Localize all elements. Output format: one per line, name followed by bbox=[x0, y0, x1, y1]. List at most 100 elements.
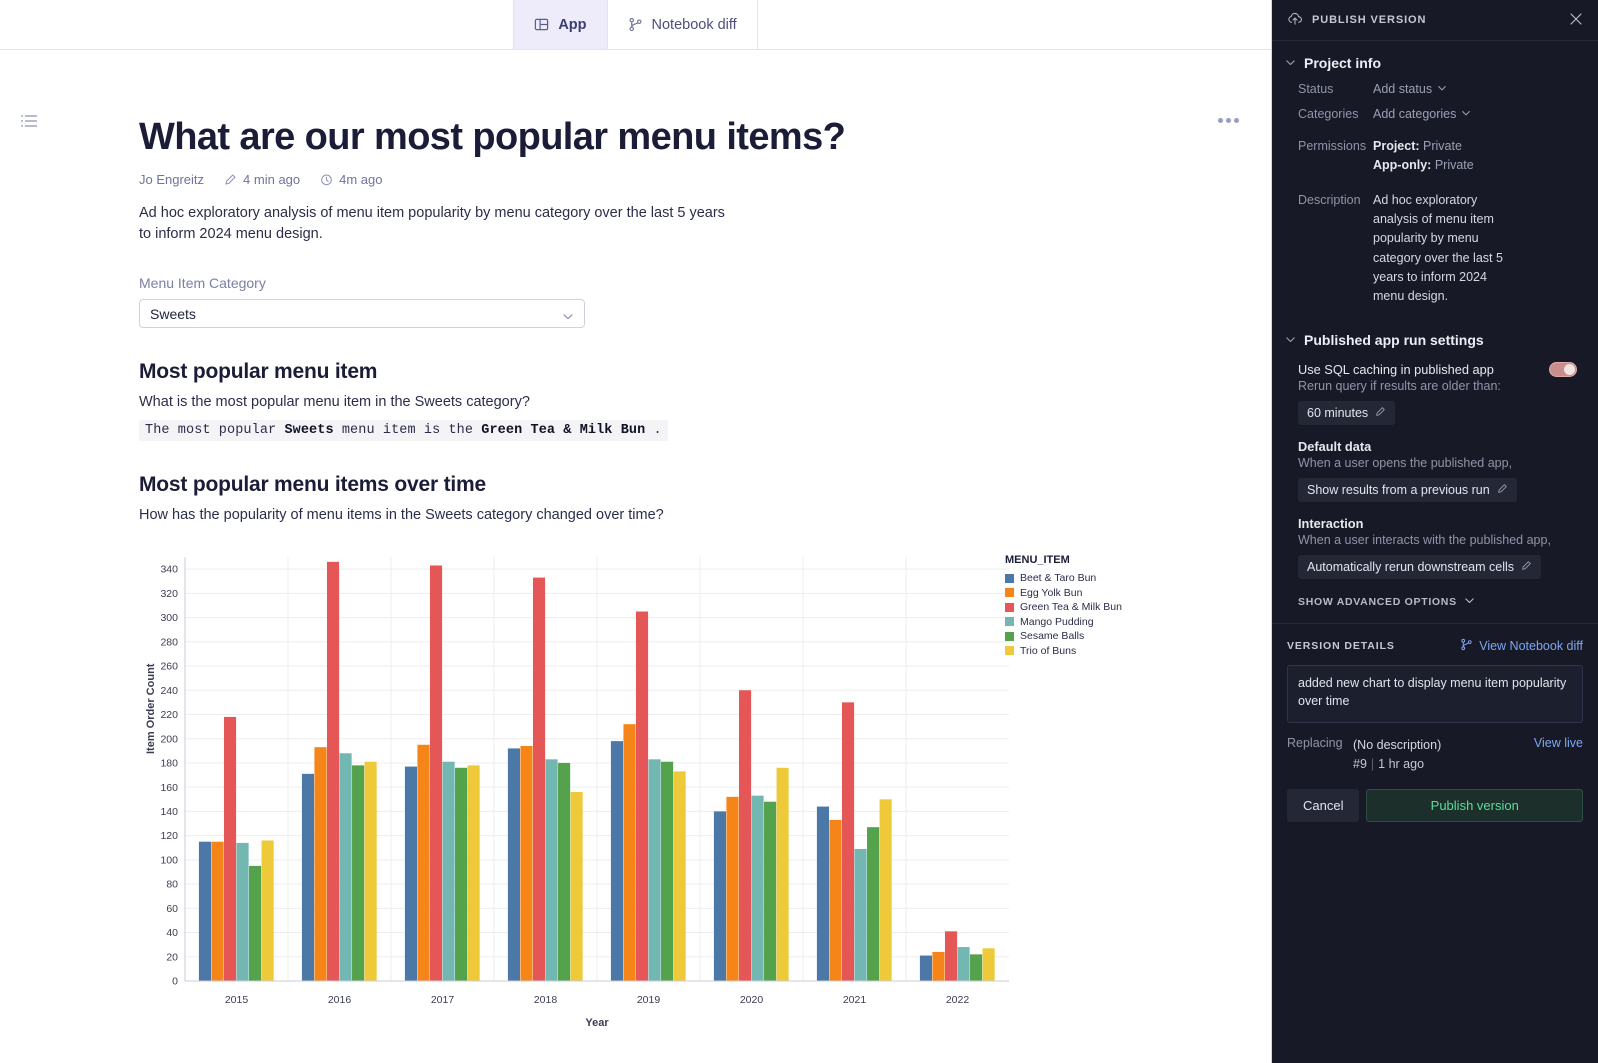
bar[interactable] bbox=[339, 753, 352, 982]
cancel-button[interactable]: Cancel bbox=[1287, 789, 1360, 823]
bar[interactable] bbox=[661, 762, 674, 982]
version-note-input[interactable]: added new chart to display menu item pop… bbox=[1287, 664, 1583, 723]
bar[interactable] bbox=[352, 765, 365, 982]
permissions-apponly: App-only: Private bbox=[1373, 156, 1474, 175]
ran-time: 4m ago bbox=[339, 172, 383, 188]
bar[interactable] bbox=[829, 820, 842, 982]
bar[interactable] bbox=[570, 792, 583, 982]
menu-category-select[interactable]: Sweets bbox=[139, 299, 585, 329]
permissions-project-key: Project: bbox=[1373, 138, 1420, 153]
show-advanced-options-button[interactable]: SHOW ADVANCED OPTIONS bbox=[1298, 595, 1475, 609]
bar[interactable] bbox=[249, 866, 262, 982]
bar[interactable] bbox=[261, 840, 274, 982]
view-notebook-diff-link[interactable]: View Notebook diff bbox=[1460, 638, 1583, 654]
publish-version-button[interactable]: Publish version bbox=[1366, 789, 1583, 823]
bar[interactable] bbox=[467, 765, 480, 982]
bar[interactable] bbox=[751, 795, 764, 982]
rerun-interval-value: 60 minutes bbox=[1307, 405, 1369, 420]
outline-list-icon[interactable] bbox=[20, 112, 38, 130]
bar[interactable] bbox=[738, 690, 752, 982]
legend-item[interactable]: Mango Pudding bbox=[1005, 616, 1122, 628]
legend-item-label: Sesame Balls bbox=[1020, 630, 1085, 643]
bar[interactable] bbox=[404, 766, 418, 982]
legend-item[interactable]: Trio of Buns bbox=[1005, 645, 1122, 657]
bar[interactable] bbox=[932, 952, 945, 982]
legend-item[interactable]: Egg Yolk Bun bbox=[1005, 587, 1122, 599]
view-notebook-diff-label: View Notebook diff bbox=[1479, 638, 1583, 653]
status-dropdown[interactable]: Add status bbox=[1373, 80, 1447, 99]
bar[interactable] bbox=[301, 774, 315, 982]
more-options-icon[interactable] bbox=[1218, 118, 1239, 123]
legend-item[interactable]: Green Tea & Milk Bun bbox=[1005, 601, 1122, 613]
chart-canvas: 0 20 40 60 80 100 120 140 160 180 200 220 240 260 280 3… bbox=[139, 549, 1139, 1044]
tab-notebook-diff[interactable]: Notebook diff bbox=[608, 0, 758, 49]
bar[interactable] bbox=[764, 802, 777, 982]
x-axis-tick: 2020 bbox=[740, 994, 764, 1006]
bar[interactable] bbox=[558, 763, 571, 982]
panel-action-buttons: Cancel Publish version bbox=[1287, 789, 1583, 823]
section-project-info-header[interactable]: Project info bbox=[1272, 41, 1598, 77]
replacing-version-number: #9 bbox=[1353, 756, 1367, 771]
answer-suffix: . bbox=[645, 423, 662, 439]
legend-item[interactable]: Beet & Taro Bun bbox=[1005, 572, 1122, 584]
x-axis-tick: 2021 bbox=[843, 994, 867, 1006]
permissions-label: Permissions bbox=[1298, 138, 1367, 153]
bar[interactable] bbox=[507, 748, 521, 982]
bar[interactable] bbox=[236, 843, 249, 982]
bar[interactable] bbox=[545, 759, 558, 982]
rerun-interval-chip[interactable]: 60 minutes bbox=[1298, 400, 1396, 425]
bar[interactable] bbox=[816, 806, 830, 982]
section-run-settings-title: Published app run settings bbox=[1304, 331, 1484, 348]
bar[interactable] bbox=[648, 759, 661, 982]
view-live-link[interactable]: View live bbox=[1534, 736, 1583, 750]
x-axis-label: Year bbox=[585, 1017, 609, 1029]
bar[interactable] bbox=[957, 947, 970, 982]
bar[interactable] bbox=[944, 931, 958, 982]
bar[interactable] bbox=[198, 842, 212, 982]
bar[interactable] bbox=[314, 747, 327, 982]
legend-item-label: Trio of Buns bbox=[1020, 644, 1077, 657]
bar[interactable] bbox=[970, 954, 983, 982]
bar[interactable] bbox=[610, 741, 624, 982]
interaction-hint: When a user interacts with the published… bbox=[1298, 532, 1551, 547]
author-name: Jo Engreitz bbox=[139, 172, 205, 188]
clock-icon bbox=[320, 173, 333, 186]
bar[interactable] bbox=[429, 565, 443, 982]
categories-dropdown[interactable]: Add categories bbox=[1373, 105, 1471, 124]
bar[interactable] bbox=[211, 842, 224, 982]
bar[interactable] bbox=[532, 577, 546, 982]
bar[interactable] bbox=[854, 849, 867, 982]
bar[interactable] bbox=[919, 955, 933, 982]
x-axis-tick: 2018 bbox=[534, 994, 558, 1006]
sql-caching-toggle[interactable] bbox=[1549, 361, 1577, 377]
permissions-apponly-value: Private bbox=[1434, 158, 1474, 173]
bar[interactable] bbox=[635, 611, 649, 982]
bar[interactable] bbox=[326, 562, 340, 982]
legend-swatch-icon bbox=[1005, 646, 1014, 656]
bar[interactable] bbox=[726, 797, 739, 982]
legend-item[interactable]: Sesame Balls bbox=[1005, 630, 1122, 642]
bar[interactable] bbox=[776, 768, 789, 982]
bar[interactable] bbox=[442, 762, 455, 982]
interaction-chip[interactable]: Automatically rerun downstream cells bbox=[1298, 554, 1542, 579]
description-label: Description bbox=[1298, 192, 1361, 207]
default-data-chip[interactable]: Show results from a previous run bbox=[1298, 477, 1517, 502]
legend-title: MENU_ITEM bbox=[1005, 554, 1070, 567]
panel-body: Project info Status Add status Categorie… bbox=[1272, 41, 1598, 1063]
bar[interactable] bbox=[867, 827, 880, 982]
bar[interactable] bbox=[623, 724, 636, 982]
bar[interactable] bbox=[455, 768, 468, 982]
bar[interactable] bbox=[982, 948, 995, 982]
bar[interactable] bbox=[223, 717, 237, 982]
section-run-settings-header[interactable]: Published app run settings bbox=[1272, 310, 1598, 354]
bar[interactable] bbox=[364, 762, 377, 982]
bar[interactable] bbox=[520, 746, 533, 982]
app-panel-icon bbox=[534, 17, 549, 32]
bar[interactable] bbox=[841, 702, 855, 982]
close-icon[interactable] bbox=[1568, 11, 1584, 30]
bar[interactable] bbox=[879, 799, 892, 982]
bar[interactable] bbox=[713, 811, 727, 982]
bar[interactable] bbox=[417, 745, 430, 982]
bar[interactable] bbox=[673, 771, 686, 982]
tab-app[interactable]: App bbox=[513, 0, 608, 49]
